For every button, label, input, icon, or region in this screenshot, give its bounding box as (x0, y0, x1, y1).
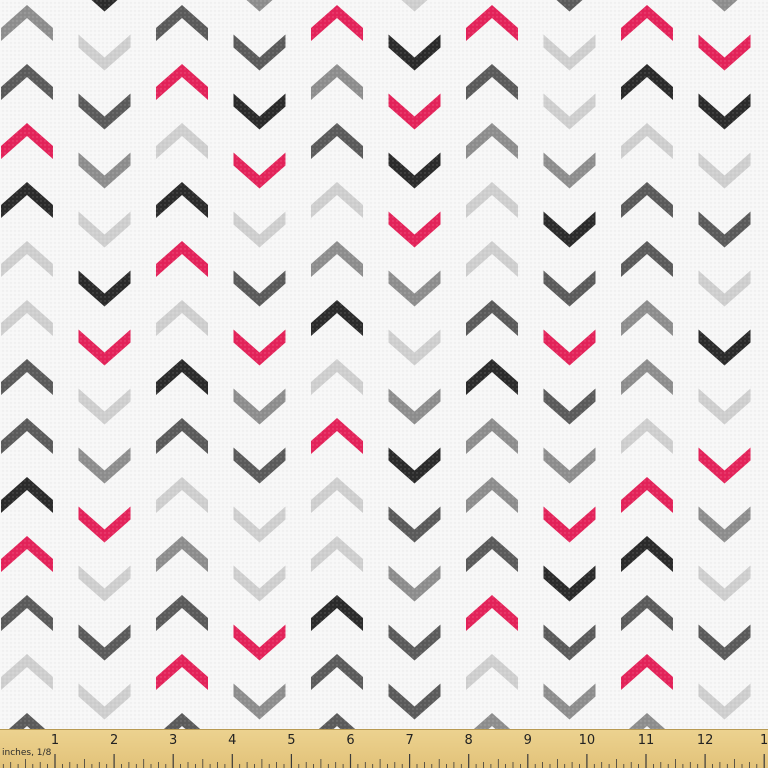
ruler-number: 10 (578, 733, 596, 748)
measuring-ruler: inches, 1/8 1 2 3 4 5 6 7 8 9 10 11 12 1 (0, 729, 768, 768)
ruler-number: 1 (50, 733, 60, 748)
ruler-number: 12 (696, 733, 714, 748)
fabric-swatch: inches, 1/8 1 2 3 4 5 6 7 8 9 10 11 12 1 (0, 0, 768, 768)
ruler-number: 2 (109, 733, 119, 748)
ruler-unit-label: inches, 1/8 (2, 748, 52, 758)
chevron-pattern (0, 0, 768, 730)
ruler-number: 6 (346, 733, 355, 748)
ruler-number: 5 (287, 733, 296, 748)
ruler-number: 9 (523, 733, 532, 748)
ruler-number: 8 (464, 733, 473, 748)
ruler-number: 4 (228, 733, 237, 748)
ruler-number: 3 (169, 733, 178, 748)
fabric-texture (0, 0, 768, 730)
ruler-number: 11 (637, 733, 655, 748)
ruler-number: 1 (760, 733, 768, 748)
ruler-number: 7 (405, 733, 414, 748)
